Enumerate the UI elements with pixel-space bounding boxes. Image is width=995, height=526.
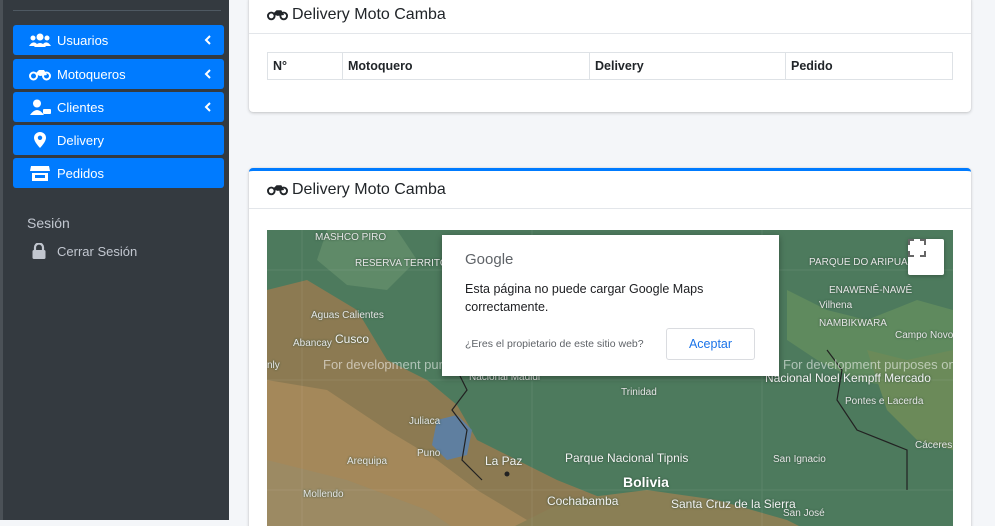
- map-label: San José: [783, 508, 825, 519]
- map-label: Cusco: [335, 332, 370, 346]
- error-message: Esta página no puede cargar Google Maps …: [465, 282, 704, 314]
- sidebar-item-label: Usuarios: [57, 32, 109, 48]
- map-label: Trinidad: [621, 387, 657, 398]
- motorcycle-icon: [28, 68, 52, 81]
- google-map[interactable]: MASHCO PIRO RESERVA TERRITORIAL MADRE DE…: [267, 230, 953, 526]
- map-label: Cáceres: [915, 440, 953, 451]
- card-header: Delivery Moto Camba: [249, 171, 971, 209]
- column-header-delivery[interactable]: Delivery: [589, 52, 786, 80]
- motorcycle-icon: [267, 183, 288, 196]
- sidebar-item-label: Delivery: [57, 132, 104, 148]
- map-label: Bolivia: [623, 474, 669, 490]
- map-label: NAMBIKWARA: [819, 318, 887, 329]
- map-label: MASHCO PIRO: [315, 232, 387, 243]
- map-label: nly: [267, 360, 280, 371]
- sidebar-item-label: Motoqueros: [57, 66, 126, 82]
- sidebar-item-usuarios[interactable]: Usuarios: [13, 25, 224, 55]
- map-label: San Ignacio: [773, 454, 826, 465]
- motorcycle-icon: [267, 8, 288, 21]
- session-header: Sesión: [27, 215, 70, 231]
- sidebar-item-motoqueros[interactable]: Motoqueros: [13, 59, 224, 89]
- map-label: PARQUE DO ARIPUANÃ: [809, 257, 922, 268]
- card-header: Delivery Moto Camba: [249, 0, 971, 34]
- chevron-left-icon: [202, 35, 212, 45]
- table-header-row: N° Motoquero Delivery Pedido: [267, 52, 953, 80]
- column-header-motoquero[interactable]: Motoquero: [342, 52, 590, 80]
- store-icon: [28, 165, 52, 181]
- sidebar-item-clientes[interactable]: Clientes: [13, 92, 224, 122]
- sidebar: Usuarios Motoqueros Clientes Delivery Pe…: [0, 0, 229, 520]
- map-label: Santa Cruz de la Sierra: [671, 497, 796, 511]
- fullscreen-button[interactable]: [908, 239, 944, 275]
- dev-watermark: For development purposes only: [783, 357, 953, 372]
- column-header-pedido[interactable]: Pedido: [785, 52, 953, 80]
- map-label: La Paz: [485, 454, 523, 468]
- map-label: Campo Novo do Parecis: [895, 330, 953, 341]
- chevron-left-icon: [202, 69, 212, 79]
- map-label: Juliaca: [409, 416, 441, 427]
- logout-label: Cerrar Sesión: [57, 243, 138, 259]
- sidebar-item-delivery[interactable]: Delivery: [13, 125, 224, 155]
- map-card: Delivery Moto Camba MASHCO PIRO RESERVA …: [249, 168, 971, 526]
- sidebar-item-label: Clientes: [57, 99, 104, 115]
- map-label: Abancay: [293, 338, 332, 349]
- deliveries-table: N° Motoquero Delivery Pedido: [267, 52, 953, 80]
- map-label: Pontes e Lacerda: [845, 396, 924, 407]
- maps-error-dialog: Google Esta página no puede cargar Googl…: [442, 235, 779, 376]
- card-title: Delivery Moto Camba: [292, 180, 446, 198]
- map-label: Arequipa: [347, 456, 388, 467]
- map-label: ENAWENÊ-NAWÊ: [829, 285, 913, 296]
- accept-button[interactable]: Aceptar: [666, 328, 755, 360]
- map-marker-icon: [28, 132, 52, 148]
- lock-icon: [27, 243, 51, 259]
- google-logo: Google: [465, 251, 514, 268]
- map-label: Mollendo: [303, 489, 344, 500]
- logout-link[interactable]: Cerrar Sesión: [27, 243, 137, 259]
- map-label: Parque Nacional Tipnis: [565, 452, 688, 464]
- chevron-left-icon: [202, 102, 212, 112]
- card-title: Delivery Moto Camba: [292, 5, 446, 23]
- map-label: Cochabamba: [547, 494, 619, 508]
- owner-question: ¿Eres el propietario de este sitio web?: [465, 338, 644, 350]
- column-header-number[interactable]: N°: [267, 52, 343, 80]
- map-label: RESERVA TERRITORIAL MADRE DE DIOS: [355, 258, 552, 269]
- map-label: Vilhena: [819, 300, 853, 311]
- sidebar-divider: [13, 10, 221, 11]
- sidebar-item-pedidos[interactable]: Pedidos: [13, 158, 224, 188]
- deliveries-card: Delivery Moto Camba N° Motoquero Deliver…: [249, 0, 971, 112]
- users-icon: [28, 33, 52, 47]
- user-tie-icon: [28, 99, 52, 115]
- map-label: Aguas Calientes: [311, 310, 384, 321]
- sidebar-item-label: Pedidos: [57, 165, 104, 181]
- fullscreen-icon: [908, 239, 926, 257]
- map-label: Puno: [417, 448, 441, 459]
